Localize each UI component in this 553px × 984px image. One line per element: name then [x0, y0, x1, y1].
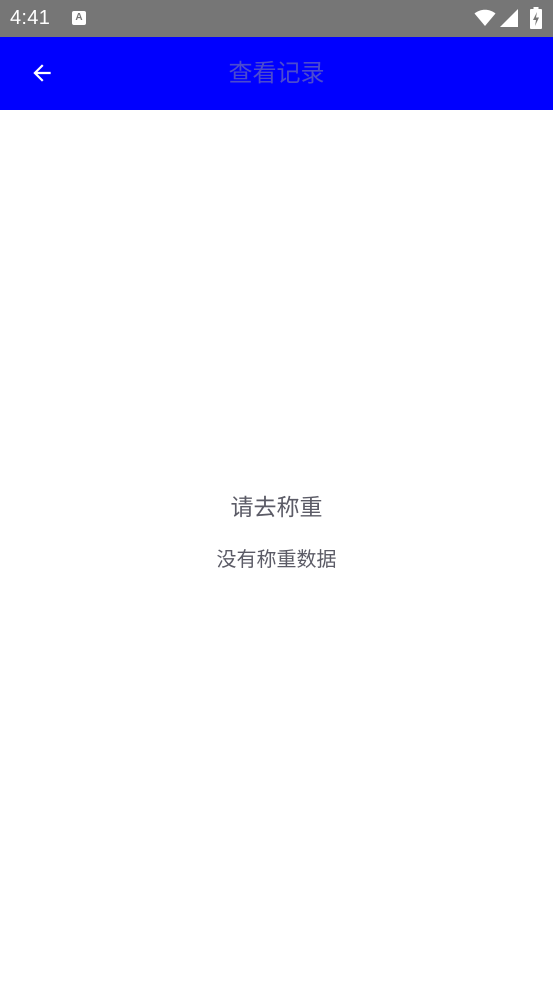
toolbar: 查看记录: [0, 37, 553, 110]
screen: 4:41 A 查看记录 请去称重 没有称重数据: [0, 0, 553, 984]
status-time: 4:41: [10, 7, 51, 29]
status-bar: 4:41 A: [0, 0, 553, 37]
empty-state-message: 没有称重数据: [216, 547, 337, 571]
cell-signal-icon: [500, 9, 518, 27]
font-download-icon: A: [72, 11, 86, 25]
empty-state-title: 请去称重: [230, 495, 323, 521]
wifi-icon: [474, 9, 496, 26]
empty-state: 请去称重 没有称重数据: [0, 490, 553, 574]
page-title: 查看记录: [228, 59, 325, 87]
battery-charging-icon: [530, 7, 542, 29]
